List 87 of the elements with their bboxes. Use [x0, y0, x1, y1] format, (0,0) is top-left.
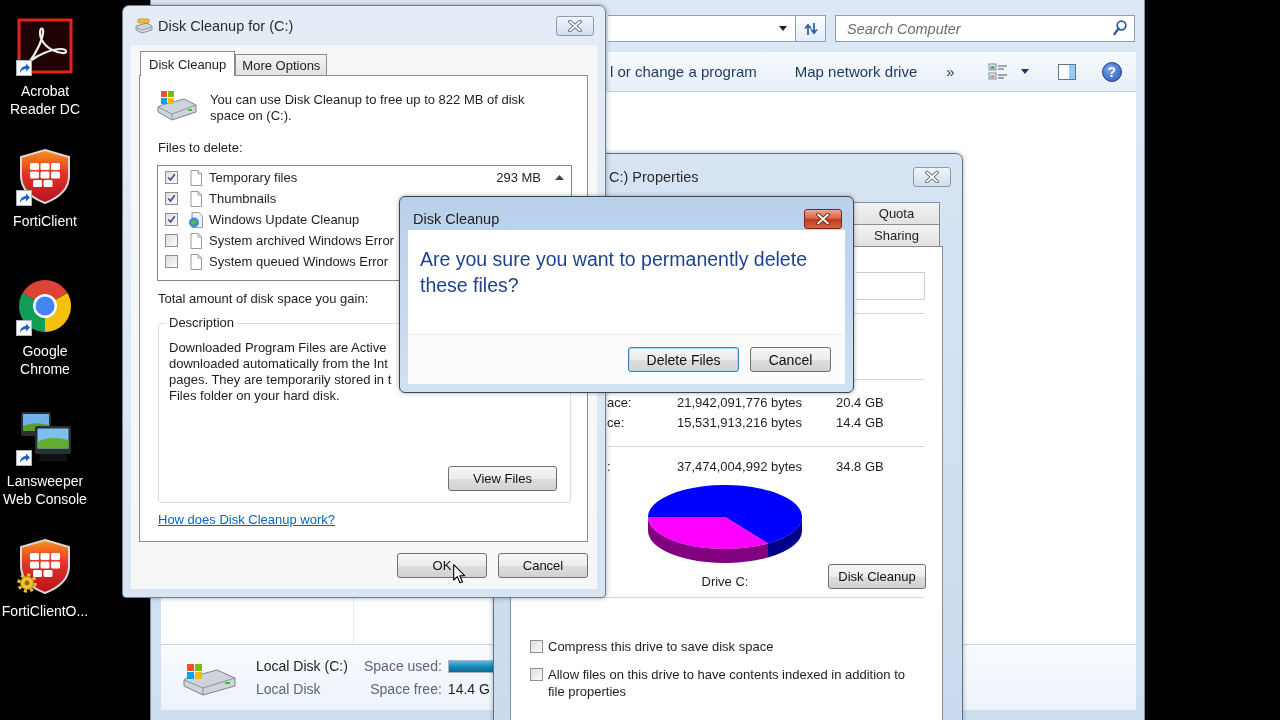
shield-gear-icon[interactable]: [17, 538, 73, 594]
drive-label: Drive C:: [701, 574, 749, 590]
size-value: 20.4 GB: [836, 394, 884, 412]
desktop-icon-label[interactable]: FortiClient: [13, 212, 77, 230]
checkmark-icon: [167, 194, 176, 203]
search-field[interactable]: Search Computer: [835, 15, 1135, 42]
file-category-name[interactable]: System queued Windows Error: [209, 254, 389, 269]
checkbox[interactable]: [530, 668, 543, 681]
desktop-icon-label[interactable]: Acrobat Reader DC: [0, 82, 90, 118]
checkmark-icon: [167, 215, 176, 224]
file-category-name[interactable]: Windows Update Cleanup: [209, 212, 360, 227]
space-free-label: Space free:: [370, 679, 442, 699]
size-value: 14.4 GB: [836, 414, 884, 432]
tab[interactable]: Disk Cleanup: [140, 51, 236, 76]
option-label: Compress this drive to save disk space: [548, 638, 774, 655]
cancel-button[interactable]: Cancel: [750, 347, 831, 372]
desktop-icon-label[interactable]: FortiClientO...: [1, 602, 89, 620]
file-category-name[interactable]: Temporary files: [209, 170, 298, 185]
close-icon: [816, 212, 830, 225]
preview-pane-icon[interactable]: [1056, 61, 1077, 82]
checkbox[interactable]: [165, 171, 178, 184]
file-category-name[interactable]: Thumbnails: [209, 191, 277, 206]
file-category-name[interactable]: System archived Windows Error: [209, 233, 394, 248]
drive-name: Local Disk (C:): [256, 656, 348, 676]
space-used-label: Space used:: [364, 656, 442, 676]
drive-type: Local Disk: [256, 679, 321, 699]
tab[interactable]: Sharing: [853, 224, 940, 246]
description-text: Downloaded Program Files are Active downloaded automatically from the Int pages. They are temporarily stored in t Files folder on your hard disk.: [169, 340, 392, 404]
refresh-icon: [802, 21, 819, 36]
group-legend: Description: [166, 315, 238, 331]
view-files-button[interactable]: View Files: [448, 466, 557, 491]
refresh-button[interactable]: [796, 15, 826, 42]
toolbar-button[interactable]: l or change a program: [610, 63, 757, 80]
globe-icon: [188, 211, 204, 228]
desktop-icon-label[interactable]: Lansweeper Web Console: [0, 472, 90, 508]
pdf-logo-icon[interactable]: [17, 18, 73, 74]
scroll-up-icon[interactable]: [555, 175, 564, 180]
confirm-message: Are you sure you want to permanently delete these files?: [420, 247, 808, 298]
desktop-icon-label[interactable]: Google Chrome: [0, 342, 90, 378]
file-icon: [188, 232, 204, 249]
checkbox[interactable]: [165, 213, 178, 226]
name-field[interactable]: [856, 272, 925, 300]
dialog-title: Disk Cleanup: [413, 210, 500, 227]
tab[interactable]: Quota: [853, 202, 940, 224]
cancel-button[interactable]: Cancel: [498, 553, 588, 578]
toolbar-button[interactable]: Map network drive: [794, 63, 918, 80]
window-title: C:) Properties: [609, 169, 699, 185]
option-label: Allow files on this drive to have contents indexed in addition to file properties: [548, 666, 906, 700]
field-label: ce:: [607, 414, 625, 432]
space-free-value: 14.4 G: [447, 679, 490, 699]
drive-icon: [135, 17, 153, 34]
shield-icon[interactable]: [17, 148, 73, 204]
checkbox[interactable]: [530, 640, 543, 653]
close-icon: [568, 20, 582, 32]
window-title: Disk Cleanup for (C:): [158, 17, 294, 34]
caret-icon[interactable]: [1020, 69, 1029, 74]
checkbox[interactable]: [165, 234, 178, 247]
search-icon[interactable]: [1113, 20, 1127, 36]
disk-cleanup-button[interactable]: Disk Cleanup: [828, 564, 926, 589]
help-link[interactable]: How does Disk Cleanup work?: [158, 512, 336, 528]
checkbox[interactable]: [165, 192, 178, 205]
browser-logo-icon[interactable]: [17, 278, 73, 334]
byte-count: 37,474,004,992 bytes: [677, 458, 803, 476]
tab[interactable]: More Options: [235, 54, 328, 75]
mouse-pointer-icon: [453, 564, 466, 584]
close-button[interactable]: [804, 208, 842, 229]
file-icon: [188, 253, 204, 270]
field-label: :: [607, 458, 611, 476]
intro-text: You can use Disk Cleanup to free up to 822 MB of disk space on (C:).: [210, 92, 526, 124]
file-size: 293 MB: [496, 170, 542, 185]
address-field[interactable]: [608, 15, 796, 42]
file-icon: [188, 190, 204, 207]
drive-icon: [157, 88, 197, 122]
dropdown-caret-icon[interactable]: [779, 26, 787, 31]
byte-count: 15,531,913,216 bytes: [677, 414, 803, 432]
files-label: Files to delete:: [158, 140, 243, 156]
file-icon: [188, 169, 204, 186]
field-label: ace:: [607, 394, 632, 412]
close-icon: [925, 171, 939, 183]
byte-count: 21,942,091,776 bytes: [677, 394, 803, 412]
total-space-label: Total amount of disk space you gain:: [158, 291, 369, 307]
checkmark-icon: [167, 173, 176, 182]
more-commands-button[interactable]: »: [946, 63, 955, 80]
size-value: 34.8 GB: [836, 458, 884, 476]
delete-files-button[interactable]: Delete Files: [628, 347, 739, 372]
checkbox[interactable]: [165, 255, 178, 268]
ok-button[interactable]: OK: [397, 553, 487, 578]
